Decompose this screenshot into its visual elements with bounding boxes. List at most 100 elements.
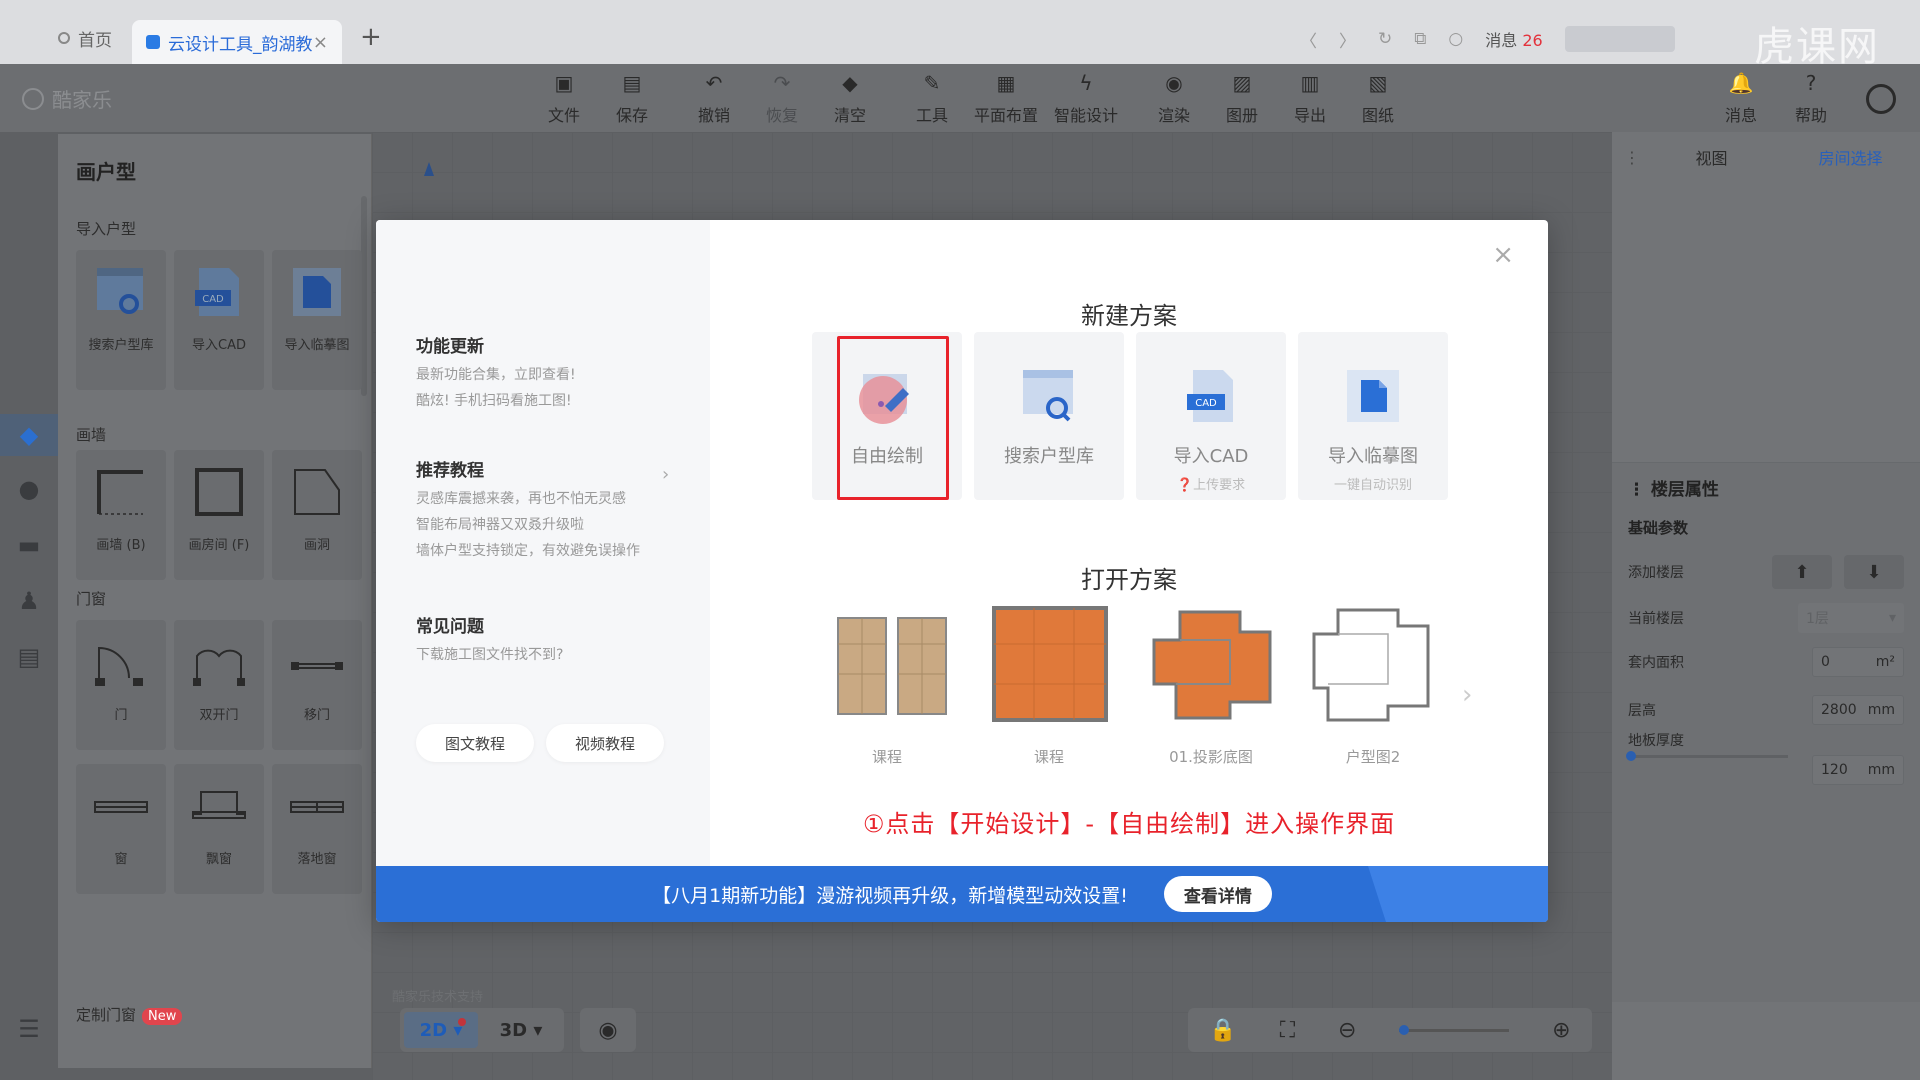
new-plan-heading: 新建方案 [1081,302,1177,330]
tutorials-line[interactable]: 墙体户型支持锁定，有效避免误操作 [416,543,640,559]
lock-icon[interactable]: 🔒 [1209,1018,1236,1043]
chevron-right-icon[interactable]: › [1462,680,1472,710]
toolbar-button-drawing[interactable]: ▧ 图纸 [1344,72,1412,126]
fit-screen-icon[interactable]: ⛶ [1280,1018,1295,1043]
tutorials-line[interactable]: 灵感库震撼来袭，再也不怕无灵感 [416,491,640,507]
tab-room-select[interactable]: 房间选择 [1781,145,1920,169]
close-icon[interactable]: × [1492,240,1514,270]
open-plan-label: 课程 [1033,748,1064,766]
recent-plan-card[interactable]: 户型图2 [1298,604,1448,774]
tab-view[interactable]: 视图 [1642,145,1781,169]
inner-area-row: 套内面积 0 m² [1628,647,1904,677]
draw-opening-card[interactable]: 画洞 [272,450,362,580]
view-2d-button[interactable]: 2D ▾ [404,1012,478,1048]
text-tutorial-button[interactable]: 图文教程 [416,724,534,762]
recent-plan-card[interactable]: 01.投影底图 [1136,604,1286,774]
draw-wall-card[interactable]: 画墙 (B) [76,450,166,580]
toolbar-button-lightning[interactable]: ϟ 智能设计 [1046,72,1126,126]
account-box[interactable] [1564,26,1675,52]
tutorials-block[interactable]: 推荐教程 灵感库震撼来袭，再也不怕无灵感 智能布局神器又双叒升级啦 墙体户型支持… [416,456,640,559]
free-draw-card[interactable]: 自由绘制 [812,332,962,500]
tab-home[interactable]: 首页 [58,18,112,58]
tab-close-icon[interactable]: × [313,32,328,53]
tutorials-line[interactable]: 智能布局神器又双叒升级啦 [416,517,640,533]
add-floor-down-button[interactable]: ⬇ [1844,555,1904,589]
search-icon[interactable]: ○ [1448,29,1463,49]
rail-person-icon[interactable]: ♟ [8,580,50,622]
new-plan-card-label: 搜索户型库 [1004,446,1094,467]
current-floor-select[interactable]: 1层 ▾ [1798,603,1904,633]
chevron-right-icon[interactable]: › [662,464,669,485]
refresh-icon[interactable]: ↻ [1378,29,1392,49]
window-card[interactable]: 窗 [76,764,166,894]
faq-block[interactable]: 常见问题 下载施工图文件找不到? [416,612,563,663]
back-icon[interactable]: 〈 [1300,27,1317,52]
toolbar-button-layout[interactable]: ▦ 平面布置 [966,72,1046,126]
search-plan-card[interactable]: 搜索户型库 [974,332,1124,500]
toolbar-button-album[interactable]: ▨ 图册 [1208,72,1276,126]
toolbar-button-save[interactable]: ▤ 保存 [598,72,666,126]
recent-plan-card[interactable]: 课程 [974,604,1124,774]
recent-plan-card[interactable]: 课程 [812,604,962,774]
draw-room-card[interactable]: 画房间 (F) [174,450,264,580]
zoom-slider[interactable] [1399,1024,1510,1035]
drag-handle-icon[interactable]: ⋮ [1612,148,1642,167]
zoom-out-icon[interactable]: ⊖ [1338,1018,1356,1043]
messages-indicator[interactable]: 消息 26 [1485,27,1542,51]
updates-line[interactable]: 最新功能合集，立即查看! [416,367,576,383]
plan-thumbnail [1152,610,1272,720]
toolbar-button-wrench[interactable]: ✎ 工具 [898,72,966,126]
forward-icon[interactable]: 〉 [1339,27,1356,52]
bay-window-card[interactable]: 飘窗 [174,764,264,894]
right-panel: ⋮ 视图 房间选择 ⋮ 楼层属性 基础参数 添加楼层 ⬆ ⬇ 当前楼层 1层 ▾ … [1612,132,1920,1080]
import-trace-card[interactable]: 导入临摹图 [272,250,362,390]
rail-sofa-icon[interactable]: ▬ [8,524,50,566]
toolbar-button-render[interactable]: ◉ 渲染 [1140,72,1208,126]
rail-lamp-icon[interactable]: ● [8,468,50,510]
rail-floorplan-icon[interactable]: ◆ [0,414,58,456]
view-details-button[interactable]: 查看详情 [1163,876,1272,912]
toolbar-button-export[interactable]: ▥ 导出 [1276,72,1344,126]
copy-icon[interactable]: ⧉ [1414,29,1426,49]
floor-thickness-field[interactable]: 120 mm [1812,755,1904,785]
import-cad-card[interactable]: CAD 导入CAD [174,250,264,390]
toolbar-button-redo[interactable]: ↷ 恢复 [748,72,816,126]
tab-design-tool[interactable]: 云设计工具_韵湖教 × [132,20,342,64]
import-cad-card[interactable]: CAD 导入CAD ❓上传要求 [1136,332,1286,500]
zoom-slider-knob[interactable] [1399,1024,1410,1035]
toolbar-button-bell[interactable]: 🔔 消息 [1715,72,1767,126]
door-card[interactable]: 门 [76,620,166,750]
double-door-card[interactable]: 双开门 [174,620,264,750]
zoom-in-icon[interactable]: ⊕ [1552,1018,1570,1043]
toolbar-button-file[interactable]: ▣ 文件 [530,72,598,126]
video-tutorial-button[interactable]: 视频教程 [546,724,664,762]
open-plan-heading: 打开方案 [1081,566,1177,594]
import-search-card[interactable]: 搜索户型库 [76,250,166,390]
rail-cabinet-icon[interactable]: ▤ [8,636,50,678]
updates-line[interactable]: 酷炫! 手机扫码看施工图! [416,393,576,409]
add-floor-up-button[interactable]: ⬆ [1772,555,1832,589]
toolbar-button-undo[interactable]: ↶ 撤销 [680,72,748,126]
height-field[interactable]: 2800 mm [1812,695,1904,725]
updates-block[interactable]: 功能更新 最新功能合集，立即查看! 酷炫! 手机扫码看施工图! [416,332,576,409]
floor-window-card[interactable]: 落地窗 [272,764,362,894]
toolbar-button-label: 平面布置 [973,106,1038,125]
inner-area-label: 套内面积 [1628,655,1684,671]
faq-line[interactable]: 下载施工图文件找不到? [416,647,563,663]
undo-icon: ↶ [705,71,723,95]
view-3d-button[interactable]: 3D ▾ [484,1012,558,1048]
new-tab-button[interactable]: + [360,22,382,52]
import-trace-card[interactable]: 导入临摹图 一键自动识别 [1298,332,1448,500]
rail-list-icon[interactable]: ☰ [8,1008,50,1050]
upload-requirements-link[interactable]: ❓上传要求 [1177,474,1245,493]
toolbar-button-eraser[interactable]: ◆ 清空 [816,72,884,126]
export-icon: ▥ [1300,71,1320,95]
toolbar-button-help[interactable]: ? 帮助 [1785,72,1837,126]
floor-thickness-value: 120 [1821,762,1848,778]
inner-area-field[interactable]: 0 m² [1812,647,1904,677]
visibility-button[interactable]: ◉ [580,1008,636,1052]
sliding-door-card[interactable]: 移门 [272,620,362,750]
modal-sidebar: 功能更新 最新功能合集，立即查看! 酷炫! 手机扫码看施工图! 推荐教程 灵感库… [376,220,710,866]
bell-icon: 🔔 [1728,71,1754,95]
avatar[interactable] [1866,84,1896,114]
